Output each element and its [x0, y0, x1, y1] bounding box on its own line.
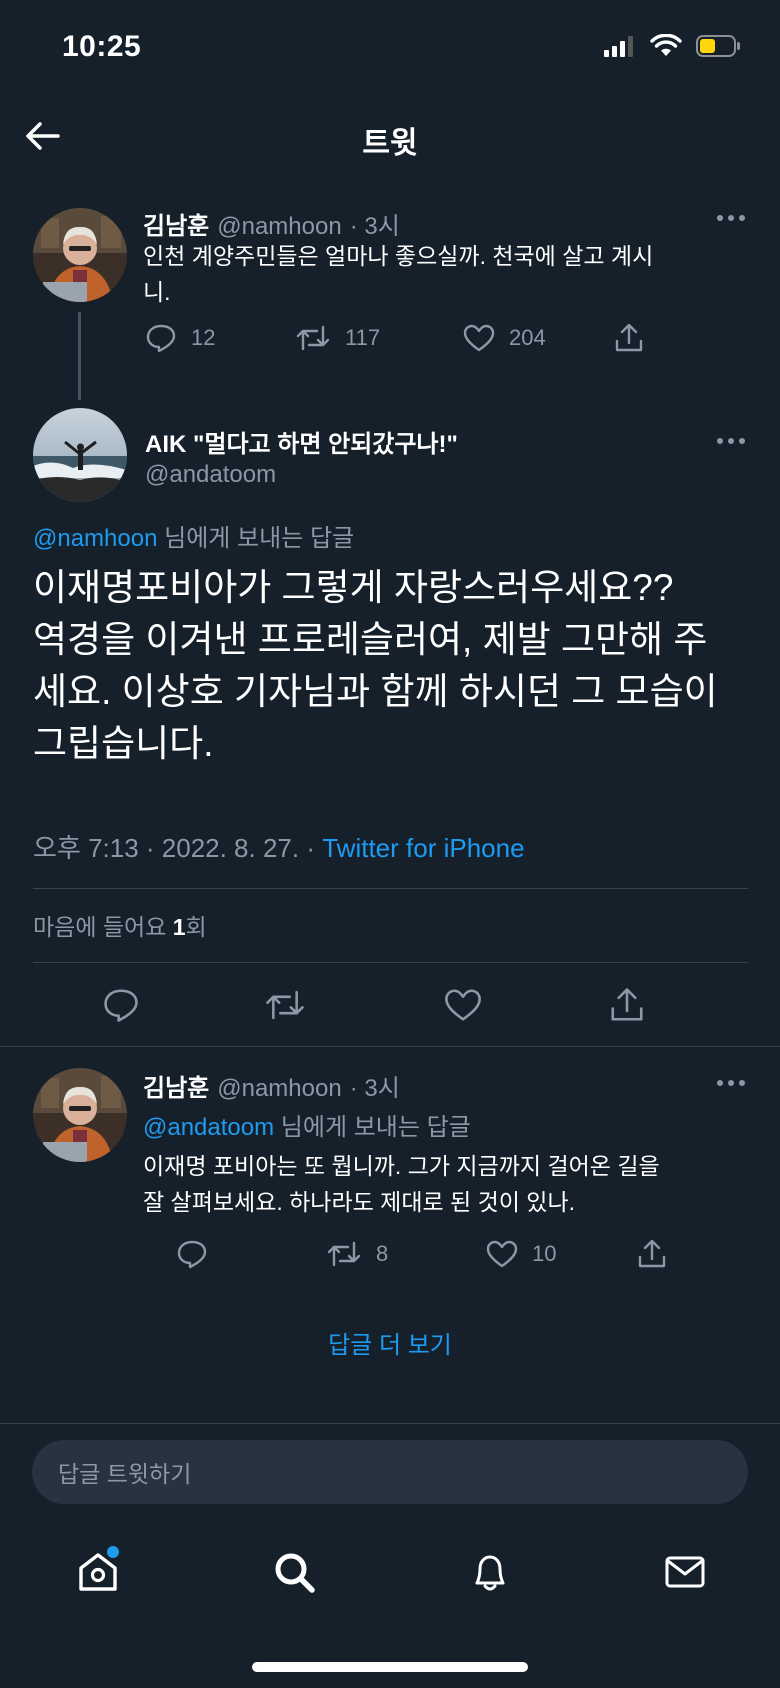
reply-context: @namhoon 님에게 보내는 답글	[33, 518, 354, 553]
like-button[interactable]: 204	[463, 323, 613, 353]
messages-envelope-icon[interactable]	[663, 1550, 707, 1594]
like-count: 204	[509, 325, 546, 350]
reply-count: 12	[191, 325, 216, 350]
reply-to-handle[interactable]: @andatoom	[143, 1114, 274, 1141]
status-time: 10:25	[62, 30, 142, 63]
divider	[0, 1423, 780, 1424]
author-name[interactable]: AIK "멀다고 하면 안되갔구나!"	[145, 424, 458, 459]
reply-icon[interactable]	[102, 987, 264, 1023]
status-icons	[604, 34, 742, 58]
retweet-icon[interactable]	[264, 987, 444, 1023]
heart-icon	[463, 323, 495, 353]
parent-tweet-actions: 12 117 204	[145, 322, 645, 354]
text-line: 니.	[143, 279, 171, 305]
reply-button[interactable]: 12	[145, 323, 295, 353]
author-handle[interactable]: @andatoom	[145, 461, 276, 489]
author-handle[interactable]: @namhoon	[217, 1075, 341, 1103]
reply-icon	[176, 1239, 208, 1269]
battery-icon	[696, 34, 742, 58]
author-name[interactable]: 김남훈	[143, 206, 209, 241]
tab-home[interactable]	[76, 1546, 120, 1594]
reply-tweet-text: 이재명 포비아는 또 뭡니까. 그가 지금까지 걸어온 길을 잘 살펴보세요. …	[143, 1148, 753, 1220]
share-button[interactable]	[613, 322, 645, 354]
text-line: 이재명포비아가 그렇게 자랑스러우세요??	[33, 567, 674, 608]
reply-compose-input[interactable]: 답글 트윗하기	[32, 1440, 748, 1504]
reply-tweet-header: 김남훈 @namhoon · 3시	[143, 1068, 400, 1103]
notifications-bell-icon[interactable]	[468, 1550, 512, 1594]
tweet-timestamp[interactable]: 오후 7:13 · 2022. 8. 27. ·	[33, 833, 315, 863]
text-line: 역경을 이겨낸 프로레슬러여, 제발 그만해 주	[33, 619, 708, 660]
author-handle[interactable]: @namhoon	[217, 213, 341, 241]
share-button[interactable]	[636, 1238, 668, 1270]
cellular-signal-icon	[604, 35, 636, 57]
parent-tweet-text: 인천 계양주민들은 얼마나 좋으실까. 천국에 살고 계시 니.	[143, 238, 753, 310]
tweet-time: · 3시	[349, 213, 400, 240]
reply-button[interactable]	[176, 1239, 326, 1269]
reply-icon	[145, 323, 177, 353]
tab-bar	[0, 1540, 780, 1620]
retweet-icon	[295, 323, 331, 353]
retweet-count: 8	[376, 1241, 389, 1266]
reply-to-suffix: 님에게 보내는 답글	[164, 525, 355, 552]
heart-icon[interactable]	[444, 987, 608, 1023]
share-icon	[613, 322, 645, 354]
author-name[interactable]: 김남훈	[143, 1068, 209, 1103]
tweet-source-link[interactable]: Twitter for iPhone	[322, 833, 524, 863]
home-indicator	[252, 1662, 528, 1672]
heart-icon	[486, 1239, 518, 1269]
main-tweet-actions	[102, 986, 646, 1024]
reply-to-suffix: 님에게 보내는 답글	[280, 1114, 471, 1141]
avatar[interactable]	[33, 408, 127, 502]
like-count: 10	[532, 1241, 557, 1266]
more-options-icon[interactable]	[715, 436, 747, 446]
retweet-button[interactable]: 8	[326, 1239, 486, 1269]
more-options-icon[interactable]	[715, 213, 747, 223]
likes-unit: 회	[185, 914, 207, 940]
retweet-count: 117	[345, 325, 381, 350]
wifi-icon	[650, 34, 682, 58]
text-line: 이재명 포비아는 또 뭡니까. 그가 지금까지 걸어온 길을	[143, 1153, 660, 1179]
divider	[33, 888, 748, 889]
main-tweet-text: 이재명포비아가 그렇게 자랑스러우세요?? 역경을 이겨낸 프로레슬러여, 제발…	[33, 562, 753, 770]
reply-context: @andatoom 님에게 보내는 답글	[143, 1107, 471, 1142]
more-options-icon[interactable]	[715, 1078, 747, 1088]
notification-dot	[107, 1546, 119, 1558]
avatar[interactable]	[33, 1068, 127, 1162]
divider	[0, 1046, 780, 1047]
text-line: 잘 살펴보세요. 하나라도 제대로 된 것이 있나.	[143, 1189, 576, 1215]
likes-count: 1	[172, 914, 186, 940]
retweet-button[interactable]: 117	[295, 323, 463, 353]
likes-label: 마음에 들어요	[33, 914, 167, 940]
like-button[interactable]: 10	[486, 1239, 636, 1269]
text-line: 그립습니다.	[33, 723, 214, 764]
divider	[33, 962, 748, 963]
retweet-icon	[326, 1239, 362, 1269]
likes-summary[interactable]: 마음에 들어요 1회	[33, 908, 207, 942]
tweet-time: · 3시	[349, 1075, 400, 1102]
reply-tweet-actions: 8 10	[176, 1238, 668, 1270]
text-line: 인천 계양주민들은 얼마나 좋으실까. 천국에 살고 계시	[143, 243, 654, 269]
parent-tweet-header: 김남훈 @namhoon · 3시	[143, 206, 400, 241]
show-more-replies-link[interactable]: 답글 더 보기	[0, 1325, 780, 1360]
page-title: 트윗	[362, 127, 418, 160]
tweet-meta: 오후 7:13 · 2022. 8. 27. · Twitter for iPh…	[33, 828, 525, 865]
reply-to-handle[interactable]: @namhoon	[33, 525, 157, 552]
thread-line	[78, 312, 81, 400]
share-icon	[636, 1238, 668, 1270]
avatar[interactable]	[33, 208, 127, 302]
text-line: 세요. 이상호 기자님과 함께 하시던 그 모습이	[33, 671, 718, 712]
search-icon[interactable]	[272, 1550, 316, 1594]
share-icon[interactable]	[608, 986, 646, 1024]
